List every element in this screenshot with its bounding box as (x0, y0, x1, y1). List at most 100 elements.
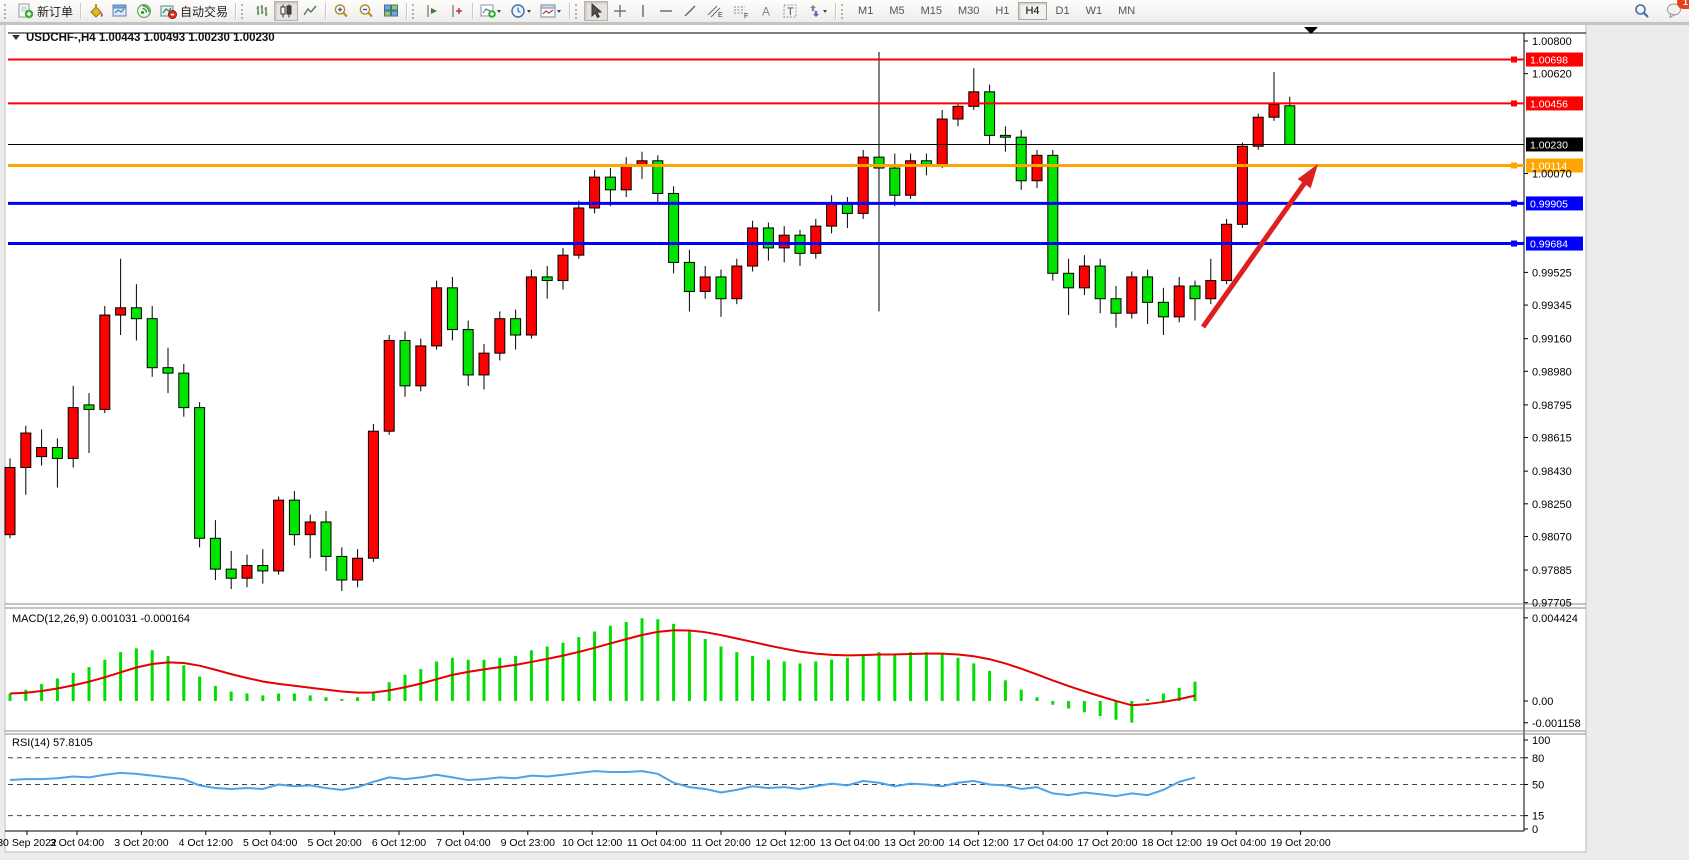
price-tick-label: 0.98795 (1532, 400, 1572, 412)
separator (325, 3, 326, 19)
arrows-icon (806, 3, 828, 19)
level-handle[interactable] (1511, 200, 1517, 206)
chart-type-line-button[interactable] (298, 1, 322, 21)
new-order-icon (17, 3, 34, 19)
level-handle[interactable] (1511, 163, 1517, 169)
chart-window-button[interactable] (108, 1, 132, 21)
vertical-line-tool-button[interactable] (632, 1, 654, 21)
time-tick-label: 3 Oct 04:00 (50, 837, 104, 849)
time-tick-label: 3 Oct 20:00 (114, 837, 168, 849)
rsi-label: RSI(14) 57.8105 (12, 737, 93, 749)
price-tag-text: 0.99905 (1530, 198, 1568, 210)
level-handle[interactable] (1511, 241, 1517, 247)
signal-button[interactable] (132, 1, 156, 21)
price-tag-text: 1.00230 (1530, 139, 1568, 151)
timeframe-m15-button[interactable]: M15 (914, 2, 949, 20)
styler-button[interactable] (84, 1, 108, 21)
tile-windows-icon (383, 3, 399, 19)
timeframe-d1-button[interactable]: D1 (1049, 2, 1077, 20)
clock-icon (510, 3, 532, 19)
trading-terminal: { "toolbar": { "new_order_label": "新订单",… (0, 0, 1689, 860)
indicators-button[interactable] (476, 1, 506, 21)
chart-shift-button[interactable] (421, 1, 445, 21)
autotrade-icon (160, 3, 177, 19)
separator (472, 3, 473, 19)
autotrade-button[interactable]: 自动交易 (156, 1, 232, 21)
timeframe-h4-button[interactable]: H4 (1018, 2, 1046, 20)
bar-chart-icon (254, 3, 270, 19)
autotrade-label: 自动交易 (180, 3, 228, 20)
timeframe-mn-button[interactable]: MN (1111, 2, 1142, 20)
level-handle[interactable] (1511, 57, 1517, 63)
price-tick-label: 0.98250 (1532, 499, 1572, 511)
price-tag-text: 1.00456 (1530, 98, 1568, 110)
crosshair-icon (612, 3, 628, 19)
toolbar-grip[interactable] (841, 4, 846, 19)
chart-canvas[interactable]: 1.006981.004561.002301.001140.999050.996… (0, 0, 1689, 860)
rsi-tick-label: 0 (1532, 824, 1538, 836)
chart-window-icon (112, 3, 128, 19)
price-tick-label: 0.99160 (1532, 334, 1572, 346)
paint-bucket-icon (88, 3, 104, 19)
time-tick-label: 19 Oct 20:00 (1271, 837, 1331, 849)
notification-badge[interactable]: 1 (1677, 0, 1689, 9)
zoom-out-button[interactable] (354, 1, 379, 21)
signal-icon (136, 3, 152, 19)
time-tick-label: 5 Oct 04:00 (243, 837, 297, 849)
separator (835, 3, 836, 19)
trendline-tool-button[interactable] (678, 1, 702, 21)
add-indicator-icon (480, 3, 502, 19)
periods-button[interactable] (506, 1, 536, 21)
svg-text:E: E (718, 12, 723, 19)
timeframe-m1-button[interactable]: M1 (851, 2, 880, 20)
templates-button[interactable] (536, 1, 566, 21)
chart-type-bars-button[interactable] (250, 1, 274, 21)
timeframe-m5-button[interactable]: M5 (882, 2, 911, 20)
zoom-in-button[interactable] (329, 1, 354, 21)
time-tick-label: 5 Oct 20:00 (307, 837, 361, 849)
timeframe-h1-button[interactable]: H1 (988, 2, 1016, 20)
text-tool-button[interactable]: A (754, 1, 778, 21)
channel-tool-button[interactable]: E (702, 1, 728, 21)
fibonacci-icon: F (732, 3, 750, 19)
cursor-tool-button[interactable] (584, 1, 608, 21)
text-label-tool-button[interactable]: T (778, 1, 802, 21)
time-tick-label: 14 Oct 12:00 (949, 837, 1009, 849)
macd-tick-label: 0.004424 (1532, 613, 1578, 625)
timeframe-m30-button[interactable]: M30 (951, 2, 986, 20)
time-tick-label: 7 Oct 04:00 (436, 837, 490, 849)
search-button[interactable] (1630, 1, 1654, 21)
template-icon (540, 3, 562, 19)
chart-type-candles-button[interactable] (274, 1, 298, 21)
time-tick-label: 19 Oct 04:00 (1206, 837, 1266, 849)
crosshair-tool-button[interactable] (608, 1, 632, 21)
new-order-label: 新订单 (37, 3, 73, 20)
toolbar-grip[interactable] (241, 4, 246, 19)
search-icon (1634, 3, 1650, 19)
timeframe-w1-button[interactable]: W1 (1079, 2, 1110, 20)
equidistant-channel-icon: E (706, 3, 724, 19)
horizontal-line-tool-button[interactable] (654, 1, 678, 21)
time-tick-label: 11 Oct 04:00 (627, 837, 687, 849)
tile-windows-button[interactable] (379, 1, 403, 21)
toolbar-grip[interactable] (4, 4, 9, 19)
level-handle[interactable] (1511, 100, 1517, 106)
separator (569, 3, 570, 19)
macd-label: MACD(12,26,9) 0.001031 -0.000164 (12, 613, 190, 625)
arrows-tool-button[interactable] (802, 1, 832, 21)
price-tick-label: 0.99525 (1532, 267, 1572, 279)
toolbar-grip[interactable] (412, 4, 417, 19)
price-tick-label: 0.97705 (1532, 598, 1572, 610)
rsi-tick-label: 15 (1532, 811, 1544, 823)
time-tick-label: 17 Oct 20:00 (1077, 837, 1137, 849)
price-tick-label: 1.00620 (1532, 69, 1572, 81)
zoom-in-icon (333, 3, 350, 19)
new-order-button[interactable]: 新订单 (13, 1, 77, 21)
time-tick-label: 30 Sep 2022 (0, 837, 57, 849)
vertical-line-icon (636, 3, 650, 19)
fibonacci-tool-button[interactable]: F (728, 1, 754, 21)
toolbar-grip[interactable] (575, 4, 580, 19)
line-chart-icon (302, 3, 318, 19)
macd-tick-label: 0.00 (1532, 696, 1553, 708)
auto-scroll-button[interactable] (445, 1, 469, 21)
